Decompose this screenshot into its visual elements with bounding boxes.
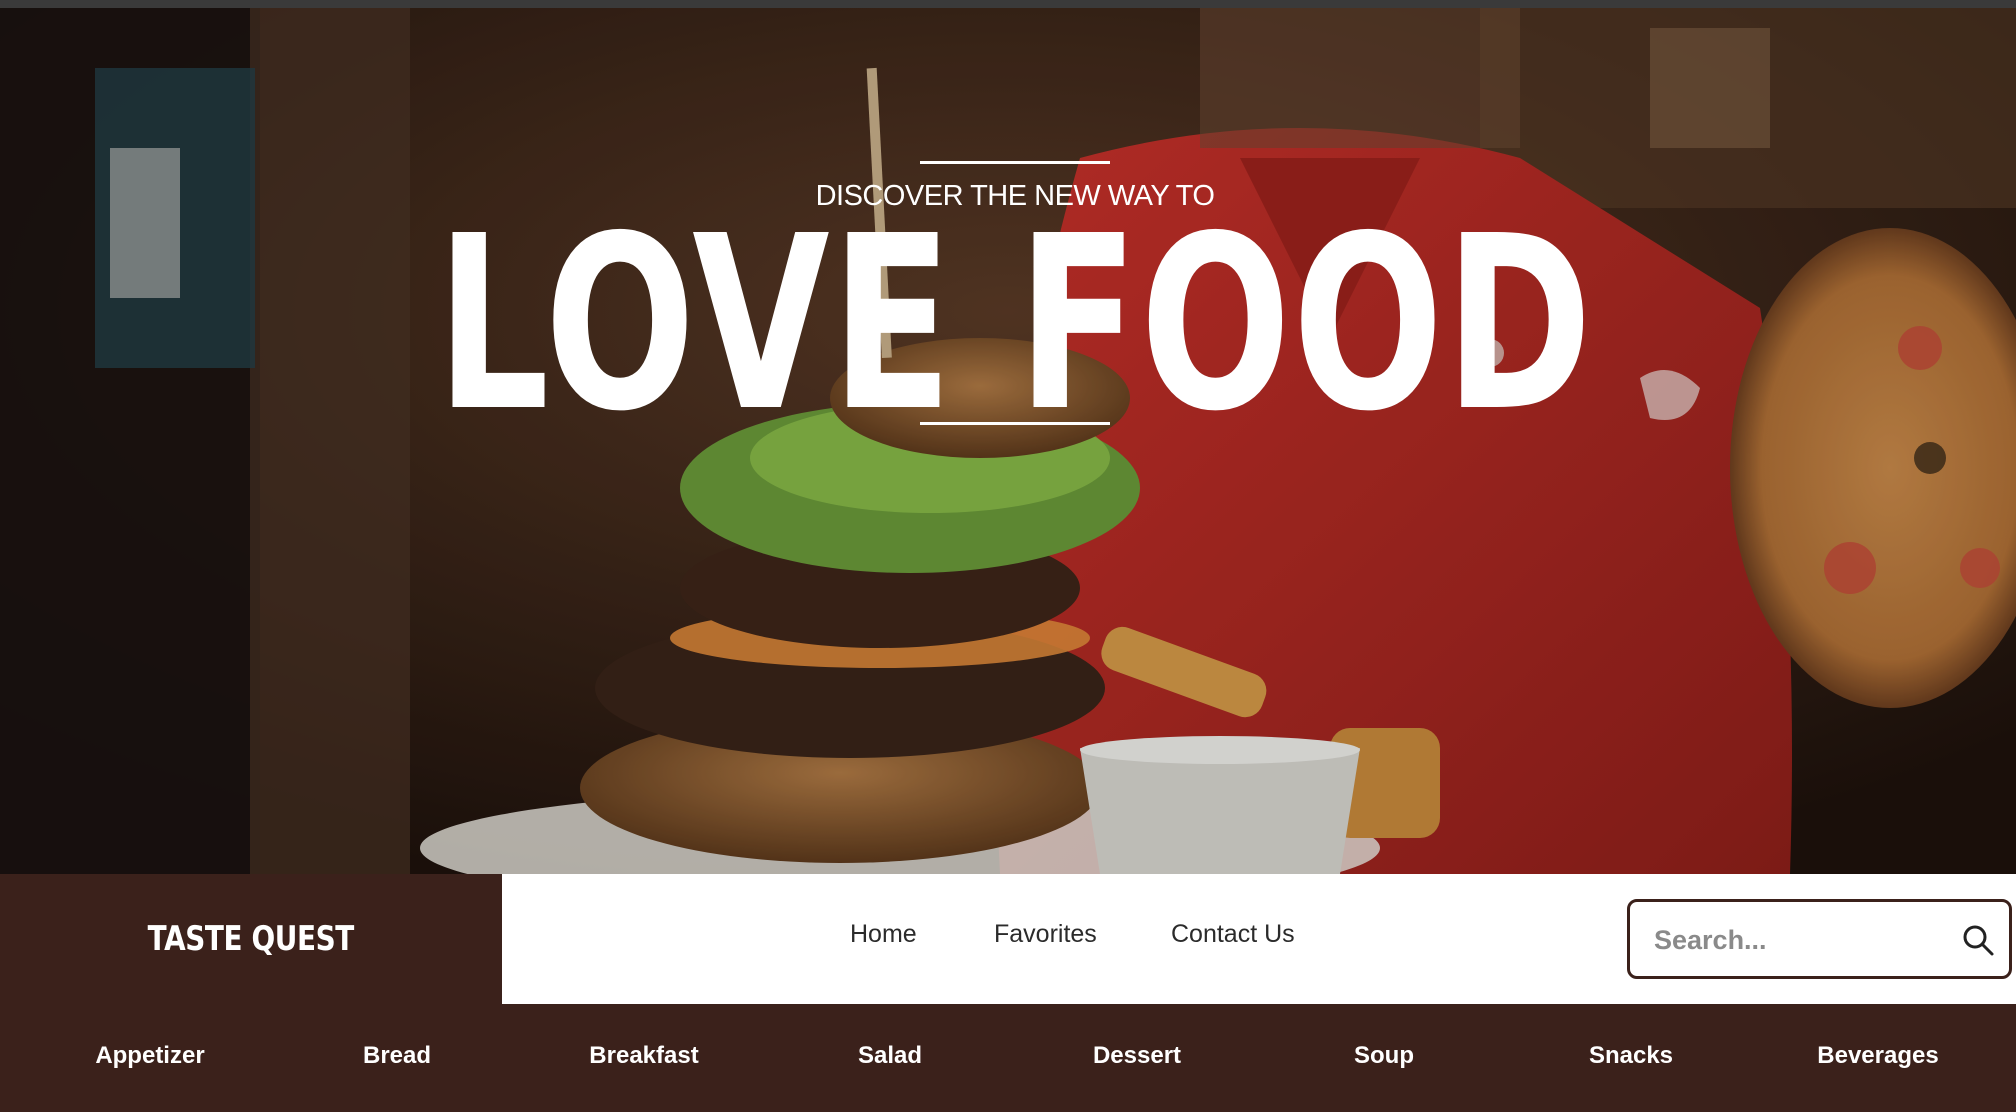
- hero-banner: DISCOVER THE NEW WAY TO LOVE FOOD: [0, 8, 2016, 874]
- nav-link-contact-us[interactable]: Contact Us: [1171, 920, 1295, 949]
- category-beverages[interactable]: Beverages: [1755, 1042, 2001, 1070]
- category-appetizer[interactable]: Appetizer: [27, 1042, 273, 1070]
- hero-divider-top: [920, 161, 1110, 164]
- window-top-edge: [0, 0, 2016, 8]
- main-navbar: TASTE QUEST Home Favorites Contact Us: [0, 874, 2016, 1004]
- category-soup[interactable]: Soup: [1261, 1042, 1507, 1070]
- category-snacks[interactable]: Snacks: [1508, 1042, 1754, 1070]
- brand-logo[interactable]: TASTE QUEST: [0, 874, 502, 1004]
- category-bread[interactable]: Bread: [274, 1042, 520, 1070]
- brand-name: TASTE QUEST: [147, 919, 355, 959]
- category-salad[interactable]: Salad: [767, 1042, 1013, 1070]
- category-bar: Appetizer Bread Breakfast Salad Dessert …: [0, 1004, 2016, 1112]
- search-input[interactable]: [1652, 920, 1942, 960]
- nav-links: Home Favorites Contact Us: [502, 874, 1602, 1004]
- category-dessert[interactable]: Dessert: [1014, 1042, 1260, 1070]
- hero-title: LOVE FOOD: [436, 184, 1594, 464]
- nav-link-favorites[interactable]: Favorites: [994, 920, 1097, 949]
- category-breakfast[interactable]: Breakfast: [521, 1042, 767, 1070]
- nav-link-home[interactable]: Home: [850, 920, 917, 949]
- search-box: [1627, 899, 2012, 979]
- search-icon[interactable]: [1960, 922, 1996, 958]
- hero-divider-bottom: [920, 422, 1110, 425]
- hero-text-group: DISCOVER THE NEW WAY TO LOVE FOOD: [0, 8, 2016, 874]
